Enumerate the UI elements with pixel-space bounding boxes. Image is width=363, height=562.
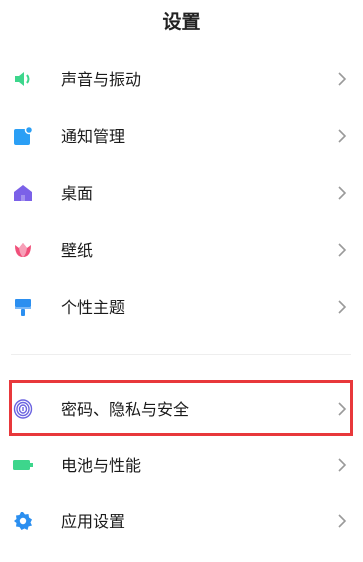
notification-icon bbox=[13, 126, 33, 146]
tulip-icon bbox=[13, 240, 33, 260]
home-icon bbox=[13, 183, 33, 203]
settings-item-app-settings[interactable]: 应用设置 bbox=[0, 492, 363, 548]
chevron-right-icon bbox=[336, 128, 348, 144]
chevron-right-icon bbox=[336, 299, 348, 315]
chevron-right-icon bbox=[336, 513, 348, 529]
settings-item-sound[interactable]: 声音与振动 bbox=[0, 50, 363, 106]
chevron-right-icon bbox=[336, 185, 348, 201]
settings-item-label: 通知管理 bbox=[61, 127, 126, 146]
chevron-right-icon bbox=[336, 71, 348, 87]
section-divider bbox=[11, 354, 351, 355]
highlight-box bbox=[9, 380, 353, 436]
chevron-right-icon bbox=[336, 457, 348, 473]
gear-icon bbox=[13, 511, 33, 531]
speaker-icon bbox=[13, 69, 33, 89]
settings-item-desktop[interactable]: 桌面 bbox=[0, 164, 363, 220]
settings-item-wallpaper[interactable]: 壁纸 bbox=[0, 221, 363, 277]
paintbrush-icon bbox=[13, 297, 33, 317]
battery-icon bbox=[13, 455, 33, 475]
settings-item-label: 桌面 bbox=[61, 184, 94, 203]
page-title: 设置 bbox=[162, 11, 201, 33]
settings-item-label: 个性主题 bbox=[61, 298, 126, 317]
settings-item-label: 声音与振动 bbox=[61, 70, 142, 89]
settings-screen: 设置 声音与振动 通知管理 桌面 壁纸 个性主题 密码、隐私与安全 电池与性能 … bbox=[0, 0, 363, 562]
chevron-right-icon bbox=[336, 242, 348, 258]
settings-item-label: 应用设置 bbox=[61, 512, 126, 531]
settings-item-label: 电池与性能 bbox=[61, 456, 142, 475]
settings-item-themes[interactable]: 个性主题 bbox=[0, 278, 363, 334]
settings-item-label: 壁纸 bbox=[61, 241, 94, 260]
settings-item-battery[interactable]: 电池与性能 bbox=[0, 436, 363, 492]
settings-item-notifications[interactable]: 通知管理 bbox=[0, 107, 363, 163]
